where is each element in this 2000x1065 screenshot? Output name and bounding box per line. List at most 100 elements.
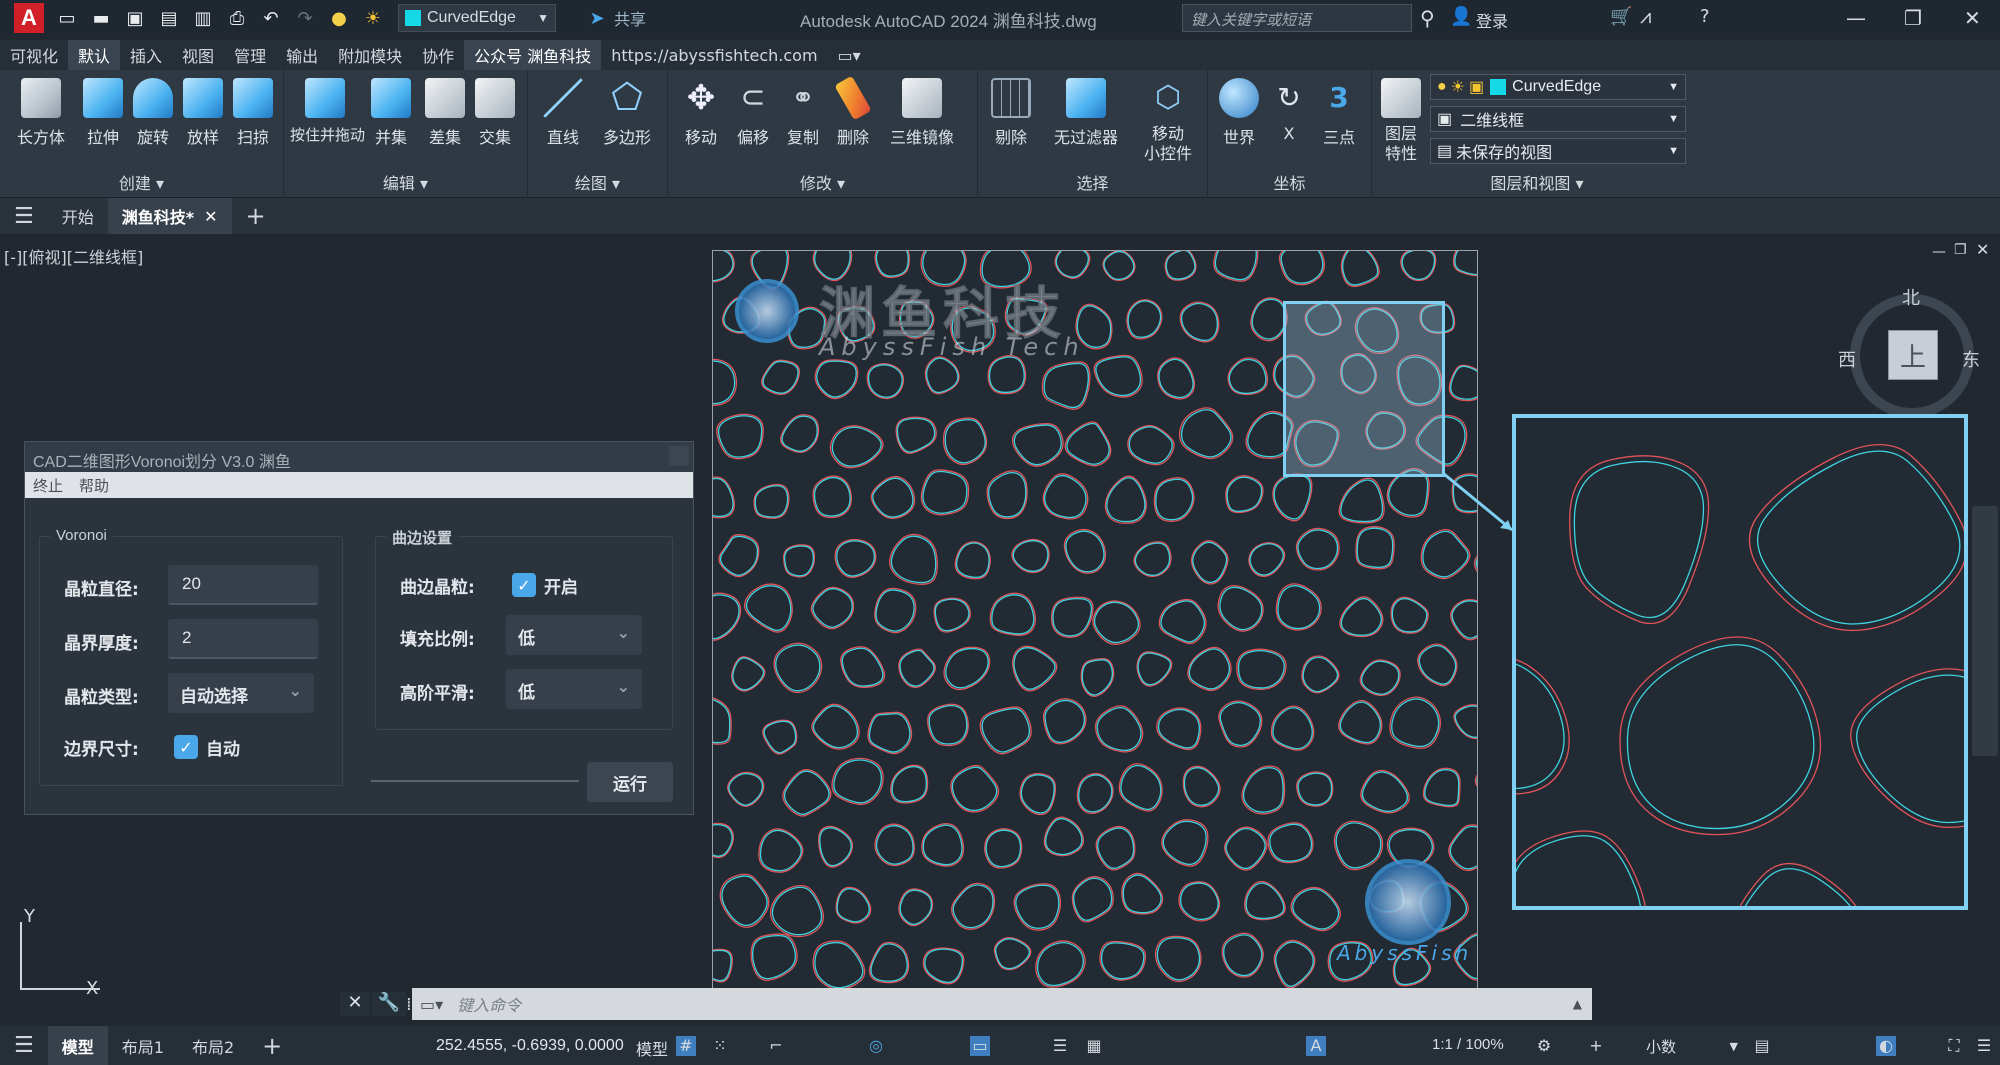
layer-props-button[interactable]: 图层 特性 xyxy=(1376,74,1426,164)
voronoi-drawing[interactable]: 渊鱼科技 AbyssFish Tech AbyssFish xyxy=(712,250,1478,1016)
close-button[interactable]: ✕ xyxy=(1964,6,1981,30)
share-icon[interactable]: ➤ xyxy=(586,7,608,29)
named-view-dropdown[interactable]: ▤ 未保存的视图 ▼ xyxy=(1430,138,1686,164)
ribbon-tab-wechat[interactable]: 公众号 渊鱼科技 xyxy=(464,40,602,70)
autocad-logo-icon[interactable]: A xyxy=(14,3,44,33)
extrude-button[interactable]: 拉伸 xyxy=(78,74,128,148)
gizmo-button[interactable]: ⬡ 移动 小控件 xyxy=(1134,74,1202,164)
ribbon-tab-url[interactable]: https://abyssfishtech.com xyxy=(601,40,827,70)
group-label-edit[interactable]: 编辑 ▾ xyxy=(284,170,527,194)
ribbon-tab-output[interactable]: 输出 xyxy=(276,40,328,70)
ribbon-options-icon[interactable]: ▭▾ xyxy=(828,40,871,70)
visual-style-dropdown[interactable]: ▣ 二维线框 ▼ xyxy=(1430,106,1686,132)
close-tab-icon[interactable]: ✕ xyxy=(204,207,217,226)
presspull-button[interactable]: 按住并拖动 xyxy=(290,74,365,145)
compass-north[interactable]: 北 xyxy=(1902,284,1920,310)
cmd-history-icon[interactable]: ▲ xyxy=(1573,997,1582,1011)
viewport-minimize-button[interactable]: — xyxy=(1932,244,1946,260)
group-label-modify[interactable]: 修改 ▾ xyxy=(668,170,977,194)
ribbon-layer-dropdown[interactable]: ● ☀ ▣ CurvedEdge ▼ xyxy=(1430,74,1686,100)
model-space-button[interactable]: 模型 xyxy=(636,1036,668,1060)
ribbon-tab-visualize[interactable]: 可视化 xyxy=(0,40,68,70)
publish-icon[interactable]: ▥ xyxy=(192,7,214,29)
open-folder-icon[interactable]: ▬ xyxy=(90,7,112,29)
grain-diameter-input[interactable]: 20 xyxy=(168,565,318,605)
smoothing-select[interactable]: 低 ⌄ xyxy=(506,669,642,709)
revolve-button[interactable]: 旋转 xyxy=(128,74,178,148)
layout-menu-icon[interactable]: ☰ xyxy=(0,1026,48,1065)
autodesk-icon[interactable]: ⩘ xyxy=(1640,4,1651,28)
cull-button[interactable]: 剔除 xyxy=(986,74,1036,148)
grid-icon[interactable]: # xyxy=(676,1036,696,1056)
customize-icon[interactable]: ☰ xyxy=(1974,1036,1994,1056)
curved-grain-checkbox[interactable]: ✓ xyxy=(512,573,536,597)
cmd-grip-icon[interactable]: ⁞ xyxy=(406,994,412,1015)
tab-model[interactable]: 模型 xyxy=(47,1026,108,1065)
polygon-button[interactable]: ⬠ 多边形 xyxy=(598,74,656,148)
user-icon[interactable]: 👤 xyxy=(1450,6,1472,27)
new-file-icon[interactable]: ▭ xyxy=(56,7,78,29)
transparency-icon[interactable]: ▦ xyxy=(1084,1036,1104,1056)
compass-east[interactable]: 东 xyxy=(1962,346,1980,372)
group-label-draw[interactable]: 绘图 ▾ xyxy=(528,170,667,194)
move-button[interactable]: ✥ 移动 xyxy=(676,74,726,148)
cmd-recent-icon[interactable]: ▭▾ xyxy=(420,995,443,1014)
command-input[interactable]: 键入命令 xyxy=(457,992,521,1016)
zoom-detail-view[interactable] xyxy=(1512,414,1968,910)
menu-icon[interactable]: ☰ xyxy=(0,198,48,234)
save-icon[interactable]: ▣ xyxy=(124,7,146,29)
zoom-source-rect[interactable] xyxy=(1283,301,1445,477)
navigation-bar[interactable] xyxy=(1972,506,1998,756)
menu-stop[interactable]: 终止 xyxy=(25,475,71,496)
layer-dropdown[interactable]: CurvedEdge ▼ xyxy=(398,4,556,32)
group-label-layers[interactable]: 图层和视图 ▾ xyxy=(1372,170,1702,194)
ribbon-tab-insert[interactable]: 插入 xyxy=(120,40,172,70)
three-point-button[interactable]: 3 三点 xyxy=(1314,74,1364,148)
no-filter-button[interactable]: 无过滤器 xyxy=(1044,74,1128,148)
cmd-close-icon[interactable]: ✕ xyxy=(340,992,370,1016)
compass-west[interactable]: 西 xyxy=(1838,346,1856,372)
units-dropdown[interactable]: 小数 ▼ xyxy=(1646,1034,1738,1058)
fill-ratio-select[interactable]: 低 ⌄ xyxy=(506,615,642,655)
world-button[interactable]: 世界 xyxy=(1214,74,1264,148)
snap-icon[interactable]: ⁙ xyxy=(710,1036,730,1056)
search-icon[interactable]: ⚲ xyxy=(1420,6,1435,30)
share-label[interactable]: 共享 xyxy=(614,6,646,30)
ortho-icon[interactable]: ⌐ xyxy=(766,1036,786,1056)
quick-properties-icon[interactable]: ▤ xyxy=(1752,1036,1772,1056)
border-size-checkbox[interactable]: ✓ xyxy=(174,735,198,759)
boundary-thickness-input[interactable]: 2 xyxy=(168,619,318,659)
login-link[interactable]: 登录 xyxy=(1476,8,1508,32)
save-as-icon[interactable]: ▤ xyxy=(158,7,180,29)
line-button[interactable]: 直线 xyxy=(538,74,588,148)
tab-layout2[interactable]: 布局2 xyxy=(178,1026,248,1065)
isolate-icon[interactable]: ◐ xyxy=(1876,1036,1896,1056)
box-button[interactable]: 长方体 xyxy=(16,74,66,148)
help-icon[interactable]: ? xyxy=(1700,6,1710,27)
menu-help[interactable]: 帮助 xyxy=(71,475,117,496)
add-icon[interactable]: + xyxy=(1586,1036,1606,1056)
tab-start[interactable]: 开始 xyxy=(48,198,108,234)
ribbon-tab-addins[interactable]: 附加模块 xyxy=(328,40,412,70)
sun-icon[interactable]: ☀ xyxy=(362,7,384,29)
run-button[interactable]: 运行 xyxy=(587,762,673,802)
group-label-create[interactable]: 创建 ▾ xyxy=(0,170,283,194)
erase-button[interactable]: 删除 xyxy=(828,74,878,148)
group-label-coords[interactable]: 坐标 xyxy=(1208,170,1371,194)
offset-button[interactable]: ⊂ 偏移 xyxy=(728,74,778,148)
union-button[interactable]: 并集 xyxy=(366,74,416,148)
dialog-title[interactable]: CAD二维图形Voronoi划分 V3.0 渊鱼 xyxy=(25,442,693,472)
subtract-button[interactable]: 差集 xyxy=(420,74,470,148)
viewport-close-button[interactable]: ✕ xyxy=(1976,240,1989,259)
polar-icon[interactable]: ◎ xyxy=(866,1036,886,1056)
cart-icon[interactable]: 🛒 xyxy=(1610,6,1632,27)
loft-button[interactable]: 放样 xyxy=(178,74,228,148)
sweep-button[interactable]: 扫掠 xyxy=(228,74,278,148)
viewcube[interactable]: 上 xyxy=(1850,294,1974,418)
mirror3d-button[interactable]: 三维镜像 xyxy=(882,74,962,148)
viewport-restore-button[interactable]: ❐ xyxy=(1954,242,1967,258)
ucs-x-button[interactable]: ↻ X xyxy=(1264,74,1314,143)
viewcube-top-face[interactable]: 上 xyxy=(1888,330,1938,380)
maximize-button[interactable]: ❐ xyxy=(1904,6,1922,30)
ribbon-tab-manage[interactable]: 管理 xyxy=(224,40,276,70)
